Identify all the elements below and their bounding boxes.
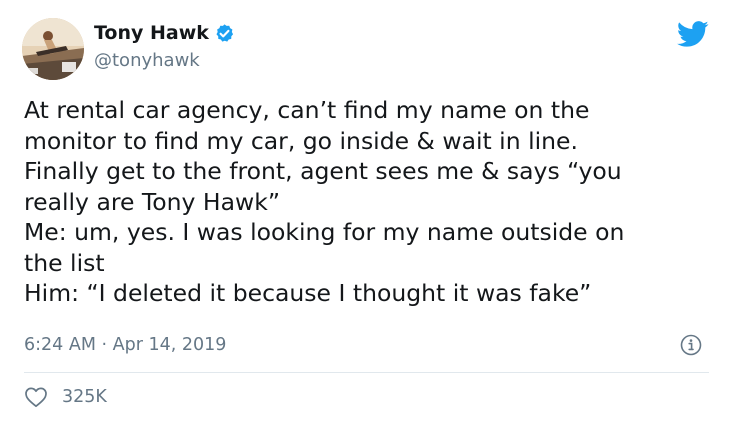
info-icon[interactable] xyxy=(680,334,702,356)
like-count: 325K xyxy=(62,387,107,407)
avatar-image xyxy=(22,18,84,80)
tweet-card: Tony Hawk @tonyhawk At rental car agency… xyxy=(0,0,729,426)
heart-icon[interactable] xyxy=(24,386,48,408)
display-name[interactable]: Tony Hawk xyxy=(94,20,209,46)
avatar[interactable] xyxy=(22,18,84,80)
tweet-header: Tony Hawk @tonyhawk xyxy=(20,16,709,84)
like-action[interactable]: 325K xyxy=(24,386,107,408)
divider xyxy=(24,372,709,373)
display-name-row[interactable]: Tony Hawk xyxy=(94,20,235,46)
tweet-text: At rental car agency, can’t find my name… xyxy=(24,96,625,307)
twitter-bird-icon[interactable] xyxy=(677,18,709,50)
handle[interactable]: @tonyhawk xyxy=(94,49,235,73)
author-info: Tony Hawk @tonyhawk xyxy=(94,20,235,73)
verified-badge-icon xyxy=(214,23,235,44)
tweet-timestamp[interactable]: 6:24 AM · Apr 14, 2019 xyxy=(24,333,226,357)
